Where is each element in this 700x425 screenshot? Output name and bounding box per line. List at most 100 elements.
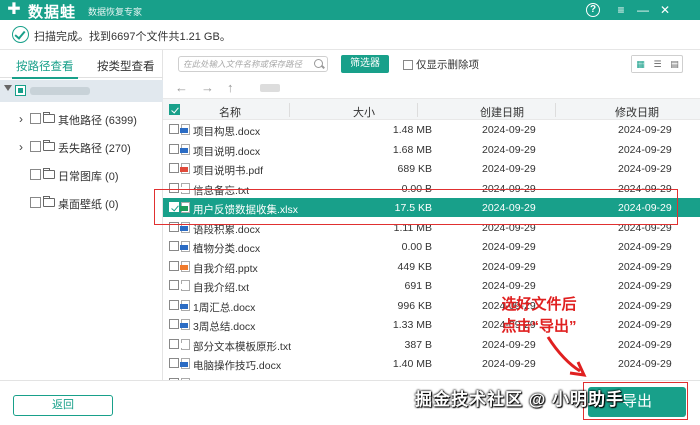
file-row[interactable]: 部分文本模板原形.txt 387 B 2024-09-29 2024-09-29 (163, 335, 700, 354)
file-row[interactable]: 植物分类.docx 0.00 B 2024-09-29 2024-09-29 (163, 237, 700, 256)
scan-status-text: 扫描完成。找到6697个文件共1.21 GB。 (34, 31, 231, 43)
deleted-only-label: 仅显示删除项 (416, 59, 479, 71)
title-bar: ✚ 数据蛙 数据恢复专家 ? ≡ — ✕ (0, 0, 700, 21)
row-checkbox[interactable] (169, 319, 179, 329)
file-size: 1.48 MB (392, 124, 432, 136)
help-icon[interactable]: ? (586, 3, 600, 17)
docx-file-icon (180, 143, 190, 155)
file-size: 689 KB (397, 163, 432, 175)
folder-checkbox[interactable] (30, 113, 41, 124)
folder-icon (43, 168, 55, 179)
file-size: 996 KB (397, 299, 432, 312)
txt-file-icon (180, 338, 190, 350)
tab-by-path[interactable]: 按路径查看 (12, 58, 77, 79)
file-toolbar: 在此处输入文件名称或保存路径 筛选器 仅显示删除项 ▦ ☰ ▤ (163, 50, 700, 78)
scan-status-bar: 扫描完成。找到6697个文件共1.21 GB。 (0, 20, 700, 50)
row-checkbox[interactable] (169, 299, 179, 310)
modified-date: 2024-09-29 (618, 358, 672, 370)
expand-down-icon[interactable] (4, 85, 12, 91)
sidebar-folder-item[interactable]: › 其他路径 (6399) (0, 108, 163, 130)
search-icon[interactable] (314, 59, 323, 68)
tab-by-type[interactable]: 按类型查看 (97, 58, 155, 74)
grid-view-icon[interactable]: ▦ (632, 56, 649, 72)
row-checkbox[interactable] (169, 241, 179, 251)
file-size: 691 B (404, 280, 432, 292)
minimize-icon[interactable]: — (634, 1, 652, 19)
folder-icon (43, 140, 55, 151)
view-mode-group: ▦ ☰ ▤ (631, 55, 683, 73)
folder-checkbox[interactable] (30, 141, 41, 152)
modified-date: 2024-09-29 (618, 163, 672, 175)
sidebar-folder-item[interactable]: 日常图库 (0) (0, 164, 163, 186)
watermark: 掘金技术社区 @ 小明助手 (415, 390, 625, 409)
app-subtitle: 数据恢复专家 (88, 7, 143, 17)
sidebar: 按路径查看 按类型查看 › 其他路径 (6399) › 丢失路径 (270) 日常图库 … (0, 50, 163, 380)
folder-label: 丢失路径 (270) (58, 143, 131, 155)
row-checkbox[interactable] (169, 280, 179, 290)
tree-root-checkbox[interactable] (15, 85, 26, 96)
created-date: 2024-09-29 (482, 124, 536, 136)
row-checkbox[interactable] (169, 358, 179, 368)
detail-view-icon[interactable]: ▤ (666, 56, 683, 72)
list-view-icon[interactable]: ☰ (649, 56, 666, 72)
forward-arrow-icon[interactable]: → (201, 80, 214, 95)
folder-label: 桌面壁纸 (0) (58, 199, 119, 211)
created-date: 2024-09-29 (482, 241, 536, 253)
docx-file-icon (180, 319, 190, 330)
navigation-row: ← → ↑ (163, 78, 700, 98)
back-arrow-icon[interactable]: ← (175, 80, 188, 95)
file-row[interactable]: 自我介绍.pptx 449 KB 2024-09-29 2024-09-29 (163, 257, 700, 276)
back-button[interactable]: 返回 (13, 395, 113, 416)
check-circle-icon (12, 26, 29, 43)
row-checkbox[interactable] (169, 260, 179, 271)
modified-date: 2024-09-29 (618, 143, 672, 156)
chevron-right-icon[interactable]: › (19, 112, 23, 126)
docx-file-icon (180, 241, 190, 252)
file-name: 项目构思.docx (193, 126, 261, 138)
file-size: 1.40 MB (392, 358, 432, 370)
row-checkbox[interactable] (169, 124, 179, 134)
menu-icon[interactable]: ≡ (612, 1, 630, 19)
column-name[interactable]: 名称 (219, 104, 241, 120)
sidebar-folder-item[interactable]: › 丢失路径 (270) (0, 136, 163, 158)
app-name: 数据蛙 (28, 4, 77, 21)
file-table-body: 项目构思.docx 1.48 MB 2024-09-29 2024-09-29 项目说明… (163, 120, 700, 380)
search-input[interactable]: 在此处输入文件名称或保存路径 (178, 56, 328, 72)
folder-checkbox[interactable] (30, 197, 41, 208)
file-row[interactable]: 项目构思.docx 1.48 MB 2024-09-29 2024-09-29 (163, 120, 700, 139)
sidebar-folder-item[interactable]: 桌面壁纸 (0) (0, 192, 163, 214)
folder-icon (43, 112, 55, 123)
docx-file-icon (180, 299, 190, 311)
file-row[interactable]: 项目说明.docx 1.68 MB 2024-09-29 2024-09-29 (163, 140, 700, 159)
row-checkbox[interactable] (169, 163, 179, 173)
file-row[interactable]: 自我介绍.txt 691 B 2024-09-29 2024-09-29 (163, 276, 700, 295)
deleted-only-checkbox[interactable] (403, 60, 413, 71)
column-created[interactable]: 创建日期 (480, 104, 524, 120)
folder-checkbox[interactable] (30, 169, 41, 180)
close-icon[interactable]: ✕ (656, 1, 674, 19)
created-date: 2024-09-29 (482, 143, 536, 156)
file-row[interactable]: 3周总结.docx 1.33 MB 2024-09-29 2024-09-29 (163, 315, 700, 334)
docx-file-icon (180, 358, 190, 369)
tree-root-drive[interactable] (0, 80, 163, 102)
modified-date: 2024-09-29 (618, 319, 672, 331)
column-modified[interactable]: 修改日期 (615, 104, 659, 120)
up-arrow-icon[interactable]: ↑ (227, 80, 234, 95)
file-name: 部分文本模板原形.txt (193, 340, 292, 353)
file-name: 1周汇总.docx (193, 301, 256, 314)
created-date: 2024-09-29 (482, 163, 536, 175)
annotation-line-1: 选好文件后 (501, 296, 577, 313)
file-row[interactable]: 1周汇总.docx 996 KB 2024-09-29 2024-09-29 (163, 296, 700, 315)
sidebar-tabs: 按路径查看 按类型查看 (0, 50, 163, 79)
chevron-right-icon[interactable]: › (19, 140, 23, 154)
file-size: 449 KB (397, 260, 432, 273)
column-size[interactable]: 大小 (353, 104, 375, 120)
select-all-checkbox[interactable] (169, 104, 180, 115)
row-checkbox[interactable] (169, 338, 179, 349)
file-size: 1.68 MB (392, 143, 432, 156)
file-row[interactable]: 项目说明书.pdf 689 KB 2024-09-29 2024-09-29 (163, 159, 700, 178)
file-row[interactable]: 电脑操作技巧.docx 1.40 MB 2024-09-29 2024-09-29 (163, 354, 700, 373)
row-checkbox[interactable] (169, 143, 179, 154)
deleted-only-toggle[interactable]: 仅显示删除项 (403, 57, 479, 72)
filter-button[interactable]: 筛选器 (341, 55, 389, 73)
